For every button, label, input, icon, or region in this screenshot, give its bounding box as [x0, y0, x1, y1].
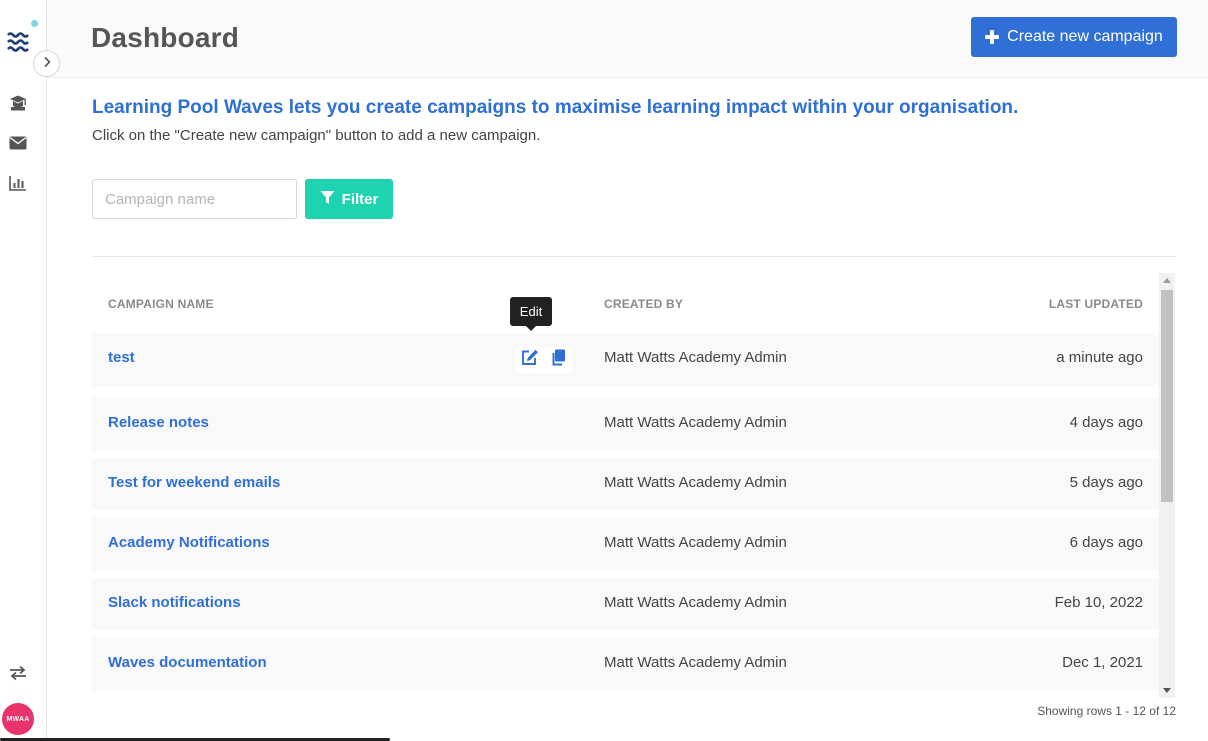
- scroll-down-arrow-icon[interactable]: [1163, 688, 1171, 693]
- logo-dot: [31, 20, 38, 27]
- scroll-up-arrow-icon[interactable]: [1163, 278, 1171, 283]
- page-title: Dashboard: [91, 22, 240, 53]
- filter-icon: [320, 190, 335, 209]
- create-campaign-button[interactable]: Create new campaign: [971, 17, 1177, 57]
- table-row[interactable]: Slack notifications Matt Watts Academy A…: [92, 578, 1159, 630]
- campaign-name-link[interactable]: Waves documentation: [108, 654, 267, 671]
- campaign-name-input[interactable]: [92, 179, 297, 219]
- created-by-cell: Matt Watts Academy Admin: [604, 474, 787, 491]
- created-by-cell: Matt Watts Academy Admin: [604, 349, 787, 366]
- sidebar-expand-button[interactable]: [33, 50, 60, 77]
- table-row[interactable]: Academy Notifications Matt Watts Academy…: [92, 518, 1159, 570]
- pagination-info: Showing rows 1 - 12 of 12: [1037, 704, 1176, 718]
- campaign-name-link[interactable]: Slack notifications: [108, 594, 241, 611]
- campaign-name-link[interactable]: Academy Notifications: [108, 534, 270, 551]
- last-updated-cell: 5 days ago: [1069, 474, 1143, 491]
- table-row[interactable]: test Matt Watts Academy Admin a minute a…: [92, 333, 1159, 387]
- avatar[interactable]: MWAA: [2, 703, 34, 735]
- edit-tooltip: Edit: [510, 297, 552, 331]
- duplicate-button[interactable]: [548, 349, 568, 371]
- sidebar-item-reports[interactable]: [8, 175, 28, 195]
- created-by-cell: Matt Watts Academy Admin: [604, 654, 787, 671]
- campaign-name-link[interactable]: Release notes: [108, 414, 209, 431]
- edit-button[interactable]: [520, 349, 540, 371]
- last-updated-cell: a minute ago: [1056, 349, 1143, 366]
- table-row[interactable]: Release notes Matt Watts Academy Admin 4…: [92, 398, 1159, 450]
- row-actions: [516, 347, 572, 373]
- plus-icon: [985, 30, 1000, 44]
- filter-button[interactable]: Filter: [305, 179, 393, 219]
- waves-logo-icon[interactable]: [6, 30, 30, 54]
- last-updated-cell: 6 days ago: [1069, 534, 1143, 551]
- created-by-cell: Matt Watts Academy Admin: [604, 594, 787, 611]
- divider: [92, 256, 1176, 257]
- chevron-right-icon: [42, 55, 52, 73]
- graduation-cap-icon: [9, 94, 27, 117]
- created-by-cell: Matt Watts Academy Admin: [604, 534, 787, 551]
- table-row[interactable]: Test for weekend emails Matt Watts Acade…: [92, 458, 1159, 510]
- bar-chart-icon: [9, 175, 27, 196]
- column-header-created-by[interactable]: CREATED BY: [604, 297, 683, 311]
- intro-title: Learning Pool Waves lets you create camp…: [92, 97, 1019, 118]
- page-header: Dashboard Create new campaign: [47, 0, 1208, 78]
- column-header-campaign-name[interactable]: CAMPAIGN NAME: [108, 297, 214, 311]
- envelope-icon: [9, 136, 27, 155]
- switch-account-button[interactable]: [8, 665, 28, 685]
- last-updated-cell: Feb 10, 2022: [1054, 594, 1143, 611]
- campaign-table: CAMPAIGN NAME CREATED BY LAST UPDATED te…: [92, 272, 1176, 698]
- avatar-initials: MWAA: [6, 715, 30, 723]
- scroll-thumb[interactable]: [1161, 290, 1173, 502]
- column-header-last-updated[interactable]: LAST UPDATED: [1049, 297, 1143, 311]
- sidebar-item-campaigns[interactable]: [8, 135, 28, 155]
- table-scrollbar[interactable]: [1159, 273, 1175, 698]
- last-updated-cell: 4 days ago: [1069, 414, 1143, 431]
- created-by-cell: Matt Watts Academy Admin: [604, 414, 787, 431]
- create-campaign-label: Create new campaign: [1007, 28, 1163, 45]
- edit-icon: [521, 349, 539, 371]
- campaign-name-link[interactable]: Test for weekend emails: [108, 474, 280, 491]
- swap-arrows-icon: [9, 665, 27, 686]
- sidebar-item-courses[interactable]: [8, 95, 28, 115]
- last-updated-cell: Dec 1, 2021: [1062, 654, 1143, 671]
- copy-icon: [551, 349, 566, 371]
- filter-label: Filter: [341, 190, 379, 208]
- table-row[interactable]: Waves documentation Matt Watts Academy A…: [92, 638, 1159, 690]
- intro-subtitle: Click on the "Create new campaign" butto…: [92, 127, 541, 144]
- sidebar: MWAA: [0, 0, 47, 741]
- campaign-name-link[interactable]: test: [108, 349, 135, 366]
